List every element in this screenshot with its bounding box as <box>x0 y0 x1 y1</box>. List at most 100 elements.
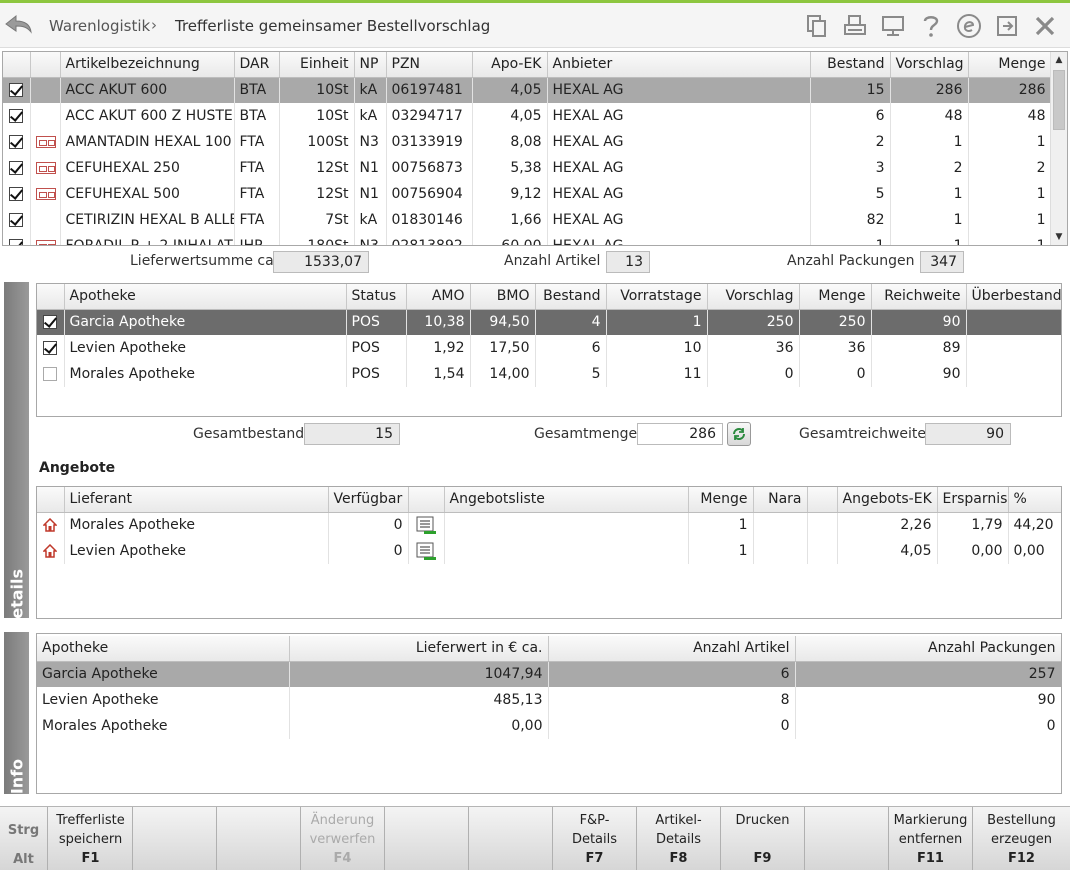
col-lieferant[interactable]: Lieferant <box>64 487 329 513</box>
fp-details-button[interactable]: F&P- Details F7 <box>553 807 637 870</box>
print-icon[interactable] <box>836 11 874 41</box>
offer-list-icon[interactable] <box>415 541 437 561</box>
col-nara[interactable]: Nara <box>753 487 808 513</box>
pharmacy-menge[interactable]: 36 <box>799 335 872 361</box>
col-reichweite[interactable]: Reichweite <box>871 284 967 310</box>
scroll-down-icon[interactable]: ▼ <box>1051 229 1067 245</box>
pharmacy-row[interactable]: Levien Apotheke POS 1,92 17,50 6 10 36 3… <box>37 335 1061 361</box>
row-checkbox[interactable] <box>43 367 58 381</box>
save-results-button[interactable]: Trefferliste speichern F1 <box>49 807 133 870</box>
remove-marking-button[interactable]: Markierung entfernen F11 <box>889 807 973 870</box>
row-checkbox[interactable] <box>9 135 24 149</box>
f6-button[interactable] <box>469 807 553 870</box>
col-apo-ek[interactable]: Apo-EK <box>472 52 548 78</box>
col-apotheke[interactable]: Apotheke <box>64 284 347 310</box>
col-ueberbestand[interactable]: Überbestand <box>966 284 1061 310</box>
scroll-up-icon[interactable]: ▲ <box>1051 52 1067 68</box>
create-order-button[interactable]: Bestellung erzeugen F12 <box>973 807 1070 870</box>
col-blank2[interactable] <box>807 487 838 513</box>
col-list-icon[interactable] <box>408 487 445 513</box>
col-check[interactable] <box>37 284 65 310</box>
col-np[interactable]: NP <box>354 52 387 78</box>
row-checkbox[interactable] <box>9 109 24 123</box>
offer-row[interactable]: Morales Apotheke 0 1 2,26 1,79 44,20 <box>37 512 1061 538</box>
col-bmo[interactable]: BMO <box>470 284 536 310</box>
col-bestand[interactable]: Bestand <box>535 284 607 310</box>
article-menge[interactable]: 1 <box>968 207 1052 233</box>
print-button[interactable]: Drucken F9 <box>721 807 805 870</box>
col-angebots-ek[interactable]: Angebots-EK <box>837 487 938 513</box>
col-ersparnis[interactable]: Ersparnis <box>937 487 1009 513</box>
row-checkbox[interactable] <box>43 341 58 355</box>
col-anzahl-artikel[interactable]: Anzahl Artikel <box>548 636 796 662</box>
article-row[interactable]: CETIRIZIN HEXAL B ALLE FTA 7St kA 018301… <box>3 207 1052 233</box>
gesamtmenge-field[interactable]: 286 <box>637 423 723 445</box>
pharmacy-row[interactable]: Morales Apotheke POS 1,54 14,00 5 11 0 0… <box>37 361 1061 387</box>
article-scrollbar[interactable]: ▲ ▼ <box>1050 52 1067 245</box>
col-verfuegbar[interactable]: Verfügbar <box>328 487 409 513</box>
back-arrow-icon[interactable] <box>2 11 34 37</box>
article-menge[interactable]: 48 <box>968 103 1052 129</box>
scroll-thumb[interactable] <box>1053 70 1065 130</box>
breadcrumb-root[interactable]: Warenlogistik <box>49 17 150 35</box>
col-pzn[interactable]: PZN <box>386 52 473 78</box>
col-percent[interactable]: % <box>1008 487 1061 513</box>
pharmacy-menge[interactable]: 0 <box>799 361 872 387</box>
col-vorratstage[interactable]: Vorratstage <box>606 284 708 310</box>
col-check[interactable] <box>3 52 31 78</box>
article-details-button[interactable]: Artikel- Details F8 <box>637 807 721 870</box>
copy-icon[interactable] <box>798 11 836 41</box>
f5-button[interactable] <box>385 807 469 870</box>
article-menge[interactable]: 2 <box>968 155 1052 181</box>
col-vorschlag[interactable]: Vorschlag <box>707 284 800 310</box>
article-row[interactable]: ACC AKUT 600 BTA 10St kA 06197481 4,05 H… <box>3 77 1052 103</box>
col-dar[interactable]: DAR <box>234 52 280 78</box>
col-icon[interactable] <box>30 52 61 78</box>
info-tab[interactable]: Info <box>4 632 29 794</box>
col-lieferwert[interactable]: Lieferwert in € ca. <box>289 636 549 662</box>
f3-button[interactable] <box>217 807 301 870</box>
f2-button[interactable] <box>133 807 217 870</box>
col-artikelbezeichnung[interactable]: Artikelbezeichnung <box>60 52 235 78</box>
col-anbieter[interactable]: Anbieter <box>547 52 811 78</box>
article-row[interactable]: CEFUHEXAL 500 FTA 12St N1 00756904 9,12 … <box>3 181 1052 207</box>
f10-button[interactable] <box>805 807 889 870</box>
col-anzahl-packungen[interactable]: Anzahl Packungen <box>795 636 1061 662</box>
row-checkbox[interactable] <box>43 315 58 330</box>
pharmacy-menge[interactable]: 250 <box>799 309 872 335</box>
row-checkbox[interactable] <box>9 239 24 245</box>
exit-icon[interactable] <box>988 11 1026 41</box>
article-menge[interactable]: 286 <box>968 77 1052 103</box>
article-menge[interactable]: 1 <box>968 233 1052 245</box>
pharmacy-row[interactable]: Garcia Apotheke POS 10,38 94,50 4 1 250 … <box>37 309 1061 335</box>
row-checkbox[interactable] <box>9 213 24 227</box>
close-icon[interactable] <box>1026 11 1064 41</box>
discard-changes-button[interactable]: Änderung verwerfen F4 <box>301 807 385 870</box>
col-status[interactable]: Status <box>346 284 407 310</box>
monitor-icon[interactable] <box>874 11 912 41</box>
article-menge[interactable]: 1 <box>968 129 1052 155</box>
col-menge[interactable]: Menge <box>968 52 1052 78</box>
article-row[interactable]: ACC AKUT 600 Z HUSTEN BTA 10St kA 032947… <box>3 103 1052 129</box>
article-row[interactable]: AMANTADIN HEXAL 100 FTA 100St N3 0313391… <box>3 129 1052 155</box>
help-icon[interactable] <box>912 11 950 41</box>
col-bestand[interactable]: Bestand <box>810 52 891 78</box>
col-menge[interactable]: Menge <box>688 487 754 513</box>
col-einheit[interactable]: Einheit <box>279 52 355 78</box>
article-row[interactable]: FORADIL P + 2 INHALAT IHP 180St N3 02813… <box>3 233 1052 245</box>
col-angebotsliste[interactable]: Angebotsliste <box>444 487 689 513</box>
col-menge[interactable]: Menge <box>799 284 872 310</box>
col-vorschlag[interactable]: Vorschlag <box>890 52 969 78</box>
refresh-icon[interactable] <box>727 422 751 446</box>
row-checkbox[interactable] <box>9 83 24 98</box>
offer-row[interactable]: Levien Apotheke 0 1 4,05 0,00 0,00 <box>37 538 1061 564</box>
offer-list-icon[interactable] <box>415 515 437 535</box>
col-apotheke[interactable]: Apotheke <box>37 636 290 662</box>
info-row[interactable]: Morales Apotheke 0,00 0 0 <box>37 713 1061 739</box>
info-row[interactable]: Garcia Apotheke 1047,94 6 257 <box>37 661 1061 687</box>
col-amo[interactable]: AMO <box>406 284 471 310</box>
info-row[interactable]: Levien Apotheke 485,13 8 90 <box>37 687 1061 713</box>
article-menge[interactable]: 1 <box>968 181 1052 207</box>
row-checkbox[interactable] <box>9 161 24 175</box>
details-tab[interactable]: Details <box>4 282 29 632</box>
